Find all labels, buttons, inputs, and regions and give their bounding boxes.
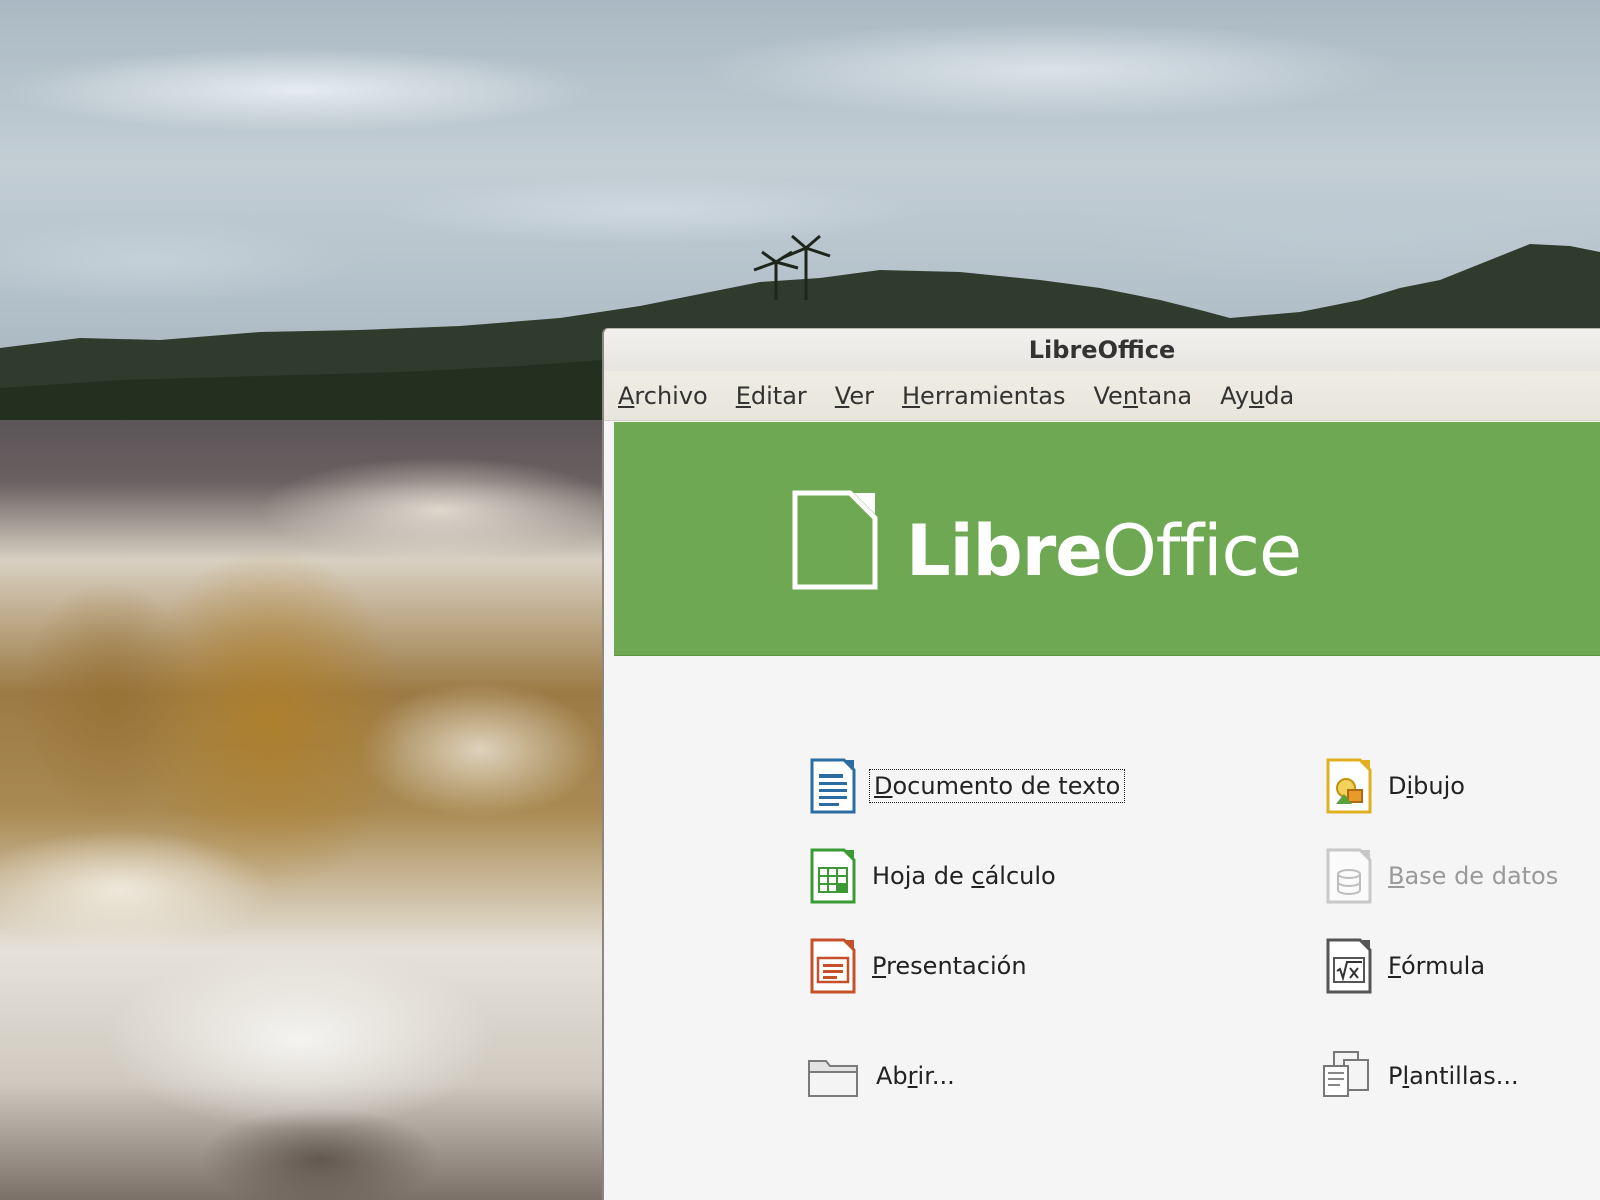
calc-spreadsheet-button[interactable]: Hoja de cálculo [810, 846, 1056, 906]
base-database-icon [1326, 848, 1372, 904]
calc-spreadsheet-icon [810, 848, 856, 904]
wallpaper-waterfall [0, 420, 620, 1200]
window-titlebar[interactable]: LibreOffice [604, 329, 1600, 371]
start-center: LibreOffice Documento de texto Hoja de c… [614, 422, 1600, 1200]
menu-archivo[interactable]: Archivo [618, 382, 708, 410]
draw-drawing-button[interactable]: Dibujo [1326, 756, 1465, 816]
menu-ventana[interactable]: Ventana [1093, 382, 1192, 410]
base-database-button[interactable]: Base de datos [1326, 846, 1558, 906]
menu-editar[interactable]: Editar [736, 382, 807, 410]
brand-wordmark: LibreOffice [906, 510, 1302, 592]
math-formula-button[interactable]: Fórmula [1326, 936, 1485, 996]
templates-label: Plantillas... [1388, 1062, 1519, 1090]
impress-presentation-button[interactable]: Presentación [810, 936, 1027, 996]
templates-icon [1323, 1051, 1369, 1097]
templates-button[interactable]: Plantillas... [1320, 1046, 1519, 1106]
draw-drawing-icon [1326, 758, 1372, 814]
draw-label: Dibujo [1388, 772, 1465, 800]
menu-ayuda[interactable]: Ayuda [1220, 382, 1294, 410]
math-formula-icon [1326, 938, 1372, 994]
brand-banner: LibreOffice [614, 422, 1600, 656]
menu-herramientas[interactable]: Herramientas [902, 382, 1065, 410]
impress-label: Presentación [872, 952, 1027, 980]
writer-document-icon [810, 758, 856, 814]
menu-bar: Archivo Editar Ver Herramientas Ventana … [604, 371, 1600, 421]
libreoffice-window[interactable]: LibreOffice Archivo Editar Ver Herramien… [602, 328, 1600, 1200]
writer-document-button[interactable]: Documento de texto [810, 756, 1126, 816]
open-file-button[interactable]: Abrir... [806, 1046, 955, 1106]
base-label: Base de datos [1388, 862, 1559, 890]
open-label: Abrir... [876, 1062, 955, 1090]
calc-label: Hoja de cálculo [872, 862, 1056, 890]
window-title: LibreOffice [1028, 336, 1176, 364]
menu-ver[interactable]: Ver [835, 382, 874, 410]
libreoffice-logo-icon [792, 490, 878, 590]
impress-presentation-icon [810, 938, 856, 994]
folder-icon [808, 1060, 858, 1097]
writer-label: Documento de texto [868, 769, 1126, 803]
math-label: Fórmula [1388, 952, 1486, 980]
